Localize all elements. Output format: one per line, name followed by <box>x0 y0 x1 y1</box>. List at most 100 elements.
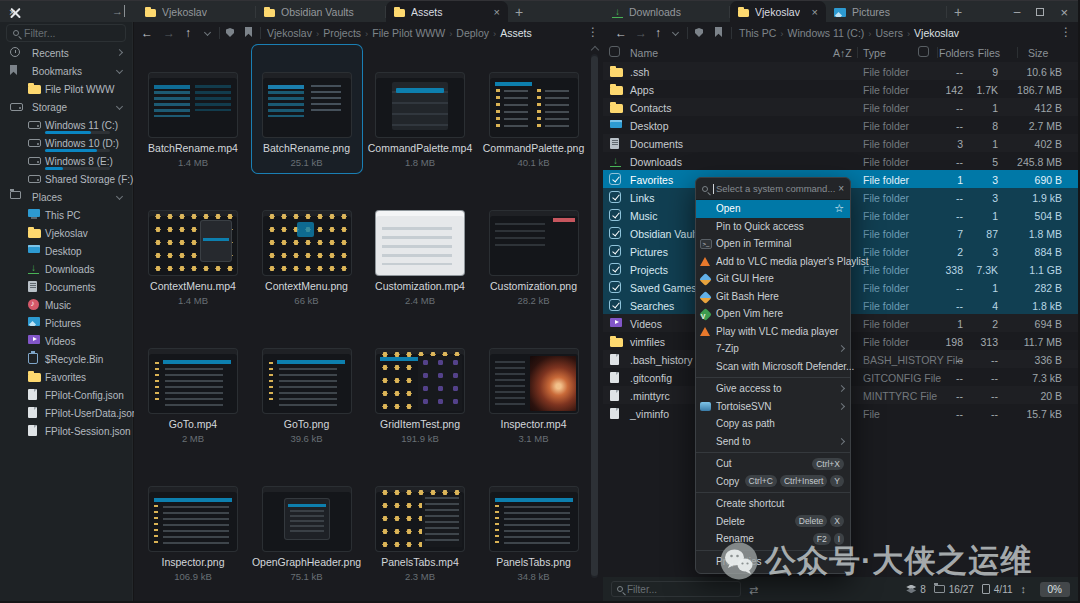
column-header-files[interactable]: Files <box>978 47 1000 59</box>
menu-item-delete[interactable]: DeleteDeleteX <box>696 513 850 531</box>
select-all-checkbox[interactable] <box>609 46 620 57</box>
menu-item-git-gui-here[interactable]: Git GUI Here <box>696 270 850 288</box>
sidebar-item-windows-8-e[interactable]: Windows 8 (E:) <box>0 152 133 170</box>
grid-item-panelstabs-mp4[interactable]: PanelsTabs.mp42.3 MB <box>365 459 475 587</box>
pane-menu-icon[interactable]: ⋮ <box>1060 25 1072 39</box>
menu-item-pin-to-quick-access[interactable]: Pin to Quick access <box>696 218 850 236</box>
grid-item-griditemtest-png[interactable]: GridItemTest.png191.9 kB <box>365 321 475 449</box>
sidebar-item-videos[interactable]: Videos <box>0 332 133 350</box>
menu-item-open-vim-here[interactable]: Open Vim here <box>696 305 850 323</box>
chevron-down-icon[interactable] <box>116 103 123 110</box>
nav-forward-icon[interactable]: → <box>163 26 175 40</box>
new-tab-button[interactable]: + <box>508 1 530 23</box>
tab-close-icon[interactable]: × <box>488 6 500 18</box>
nav-back-icon[interactable]: ← <box>615 26 627 40</box>
grid-item-contextmenu-mp4[interactable]: ContextMenu.mp41.4 MB <box>138 183 248 311</box>
sidebar-item-fpilot-userdata-json[interactable]: FPilot-UserData.json <box>0 404 133 422</box>
context-menu-search-input[interactable]: Select a system command... × <box>696 178 850 200</box>
breadcrumb-segment[interactable]: Vjekoslav <box>914 27 959 39</box>
grid-item-commandpalette-mp4[interactable]: CommandPalette.mp41.8 MB <box>365 45 475 173</box>
column-header-name[interactable]: Name <box>630 47 658 59</box>
nav-back-icon[interactable]: ← <box>141 26 153 40</box>
list-row-documents[interactable]: DocumentsFile folder31402 B <box>603 134 1078 152</box>
sidebar-item-windows-11-c[interactable]: Windows 11 (C:) <box>0 116 133 134</box>
column-header-size[interactable]: Size <box>1028 47 1048 59</box>
breadcrumb-segment[interactable]: Windows 11 (C:) <box>788 27 865 39</box>
list-row-desktop[interactable]: DesktopFile folder--82.7 MB <box>603 116 1078 134</box>
chevron-right-icon[interactable] <box>116 49 123 56</box>
sidebar-section-recents[interactable]: Recents <box>0 44 133 62</box>
menu-item-scan-with-microsoft-defender[interactable]: Scan with Microsoft Defender... <box>696 358 850 376</box>
grid-scrollbar[interactable] <box>589 46 599 592</box>
breadcrumb-segment[interactable]: Users <box>876 27 903 39</box>
breadcrumb-segment[interactable]: This PC <box>739 27 776 39</box>
menu-item-copy[interactable]: CopyCtrl+CCtrl+InsertY <box>696 473 850 491</box>
close-button[interactable]: × <box>1060 5 1068 20</box>
grid-item-inspector-mp4[interactable]: Inspector.mp43.1 MB <box>479 321 589 449</box>
nav-up-icon[interactable]: ↑ <box>185 26 191 40</box>
menu-item-tortoisesvn[interactable]: TortoiseSVN <box>696 398 850 416</box>
row-checkbox-checked[interactable] <box>609 227 621 239</box>
filter-flow-icon[interactable] <box>749 585 758 596</box>
breadcrumb-segment[interactable]: Projects <box>323 27 361 39</box>
chevron-down-icon[interactable] <box>116 193 123 200</box>
sidebar-item-favorites[interactable]: Favorites <box>0 368 133 386</box>
column-header-folders[interactable]: Folders <box>939 47 974 59</box>
sidebar-item-fpilot-config-json[interactable]: FPilot-Config.json <box>0 386 133 404</box>
minimize-button[interactable]: – <box>1014 5 1021 19</box>
row-checkbox-checked[interactable] <box>609 245 621 257</box>
sidebar-item-shared-storage-f[interactable]: Shared Storage (F:) <box>0 170 133 188</box>
bookmark-icon[interactable] <box>245 27 252 37</box>
menu-item-create-shortcut[interactable]: Create shortcut <box>696 495 850 513</box>
sidebar-item-pictures[interactable]: Pictures <box>0 314 133 332</box>
grid-item-contextmenu-png[interactable]: ContextMenu.png66 kB <box>252 183 362 311</box>
grid-item-panelstabs-png[interactable]: PanelsTabs.png34.8 kB <box>479 459 589 587</box>
menu-item-open[interactable]: Open☆ <box>696 200 850 218</box>
sidebar-item-fpilot-session-json[interactable]: FPilot-Session.json <box>0 422 133 440</box>
menu-item-open-in-terminal[interactable]: >_Open in Terminal <box>696 235 850 253</box>
menu-item-add-to-vlc-media-player-s-playlist[interactable]: Add to VLC media player's Playlist <box>696 253 850 271</box>
sidebar-item-documents[interactable]: Documents <box>0 278 133 296</box>
menu-item-play-with-vlc-media-player[interactable]: Play with VLC media player <box>696 323 850 341</box>
menu-item-git-bash-here[interactable]: Git Bash Here <box>696 288 850 306</box>
list-row-ssh[interactable]: .sshFile folder--910.6 kB <box>603 62 1078 80</box>
column-header-type[interactable]: Type <box>863 47 886 59</box>
breadcrumb-segment[interactable]: File Pilot WWW <box>372 27 445 39</box>
nav-up-icon[interactable]: ↑ <box>655 26 661 40</box>
grid-item-goto-png[interactable]: GoTo.png39.6 kB <box>252 321 362 449</box>
new-tab-button[interactable]: + <box>947 1 969 23</box>
breadcrumb-segment[interactable]: Assets <box>500 27 532 39</box>
row-checkbox-checked[interactable] <box>609 299 621 311</box>
breadcrumb-segment[interactable]: Deploy <box>456 27 489 39</box>
grid-item-batchrename-png[interactable]: BatchRename.png25.1 kB <box>252 45 362 173</box>
row-checkbox-checked[interactable] <box>609 191 621 203</box>
list-row-contacts[interactable]: ContactsFile folder--1412 B <box>603 98 1078 116</box>
pane-menu-icon[interactable]: ⋮ <box>587 25 599 39</box>
sidebar-filter-input[interactable]: Filter... <box>6 24 126 42</box>
shield-icon[interactable] <box>226 28 234 37</box>
sidebar-item-music[interactable]: Music <box>0 296 133 314</box>
grid-item-customization-png[interactable]: Customization.png28.2 kB <box>479 183 589 311</box>
row-checkbox-checked[interactable] <box>609 173 621 185</box>
menu-item-7-zip[interactable]: 7-Zip <box>696 340 850 358</box>
sidebar-item-desktop[interactable]: Desktop <box>0 242 133 260</box>
maximize-button[interactable] <box>1036 8 1044 16</box>
sidebar-item-windows-10-d[interactable]: Windows 10 (D:) <box>0 134 133 152</box>
bookmark-icon[interactable] <box>715 27 722 37</box>
sidebar-section-bookmarks[interactable]: Bookmarks <box>0 62 133 80</box>
sidebar-item-this-pc[interactable]: This PC <box>0 206 133 224</box>
list-row-downloads[interactable]: ↓DownloadsFile folder--5245.8 MB <box>603 152 1078 170</box>
sidebar-section-storage[interactable]: Storage <box>0 98 133 116</box>
tab-downloads[interactable]: ↓Downloads <box>604 1 730 23</box>
sidebar-item-downloads[interactable]: ↓Downloads <box>0 260 133 278</box>
sidebar-item-file-pilot-www[interactable]: File Pilot WWW <box>0 80 133 98</box>
menu-item-copy-as-path[interactable]: Copy as path <box>696 415 850 433</box>
sidebar-item-vjekoslav[interactable]: Vjekoslav <box>0 224 133 242</box>
sidebar-item-recycle-bin[interactable]: $Recycle.Bin <box>0 350 133 368</box>
tab-vjekoslav[interactable]: Vjekoslav× <box>730 1 826 23</box>
row-checkbox-checked[interactable] <box>609 281 621 293</box>
favorite-star-icon[interactable]: ☆ <box>834 200 844 218</box>
grid-item-batchrename-mp4[interactable]: BatchRename.mp41.4 MB <box>138 45 248 173</box>
close-icon[interactable]: × <box>838 183 844 194</box>
grid-item-inspector-png[interactable]: Inspector.png106.9 kB <box>138 459 248 587</box>
